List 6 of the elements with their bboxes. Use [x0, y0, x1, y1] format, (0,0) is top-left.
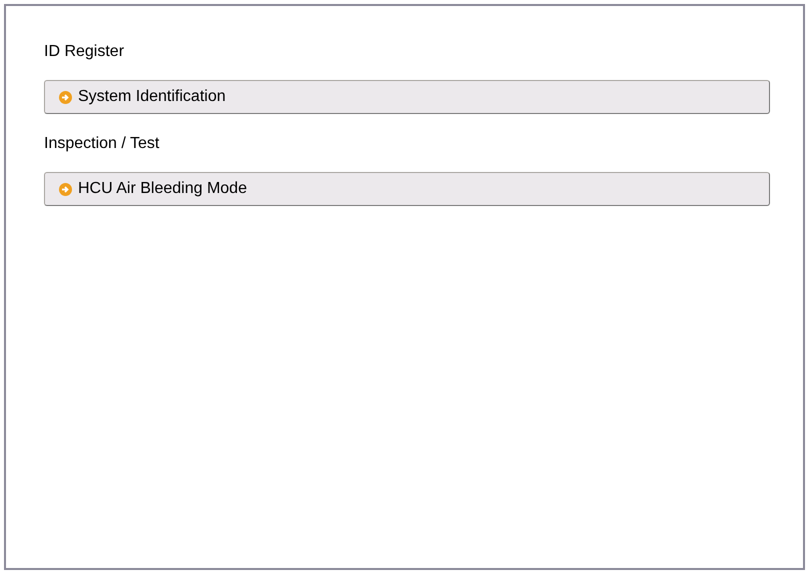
arrow-right-icon — [59, 90, 72, 104]
menu-button[interactable]: System Identification — [44, 80, 770, 114]
section-heading: Inspection / Test — [44, 134, 160, 154]
menu-button[interactable]: HCU Air Bleeding Mode — [44, 172, 770, 206]
section-heading: ID Register — [44, 42, 124, 62]
arrow-right-icon — [59, 182, 72, 196]
